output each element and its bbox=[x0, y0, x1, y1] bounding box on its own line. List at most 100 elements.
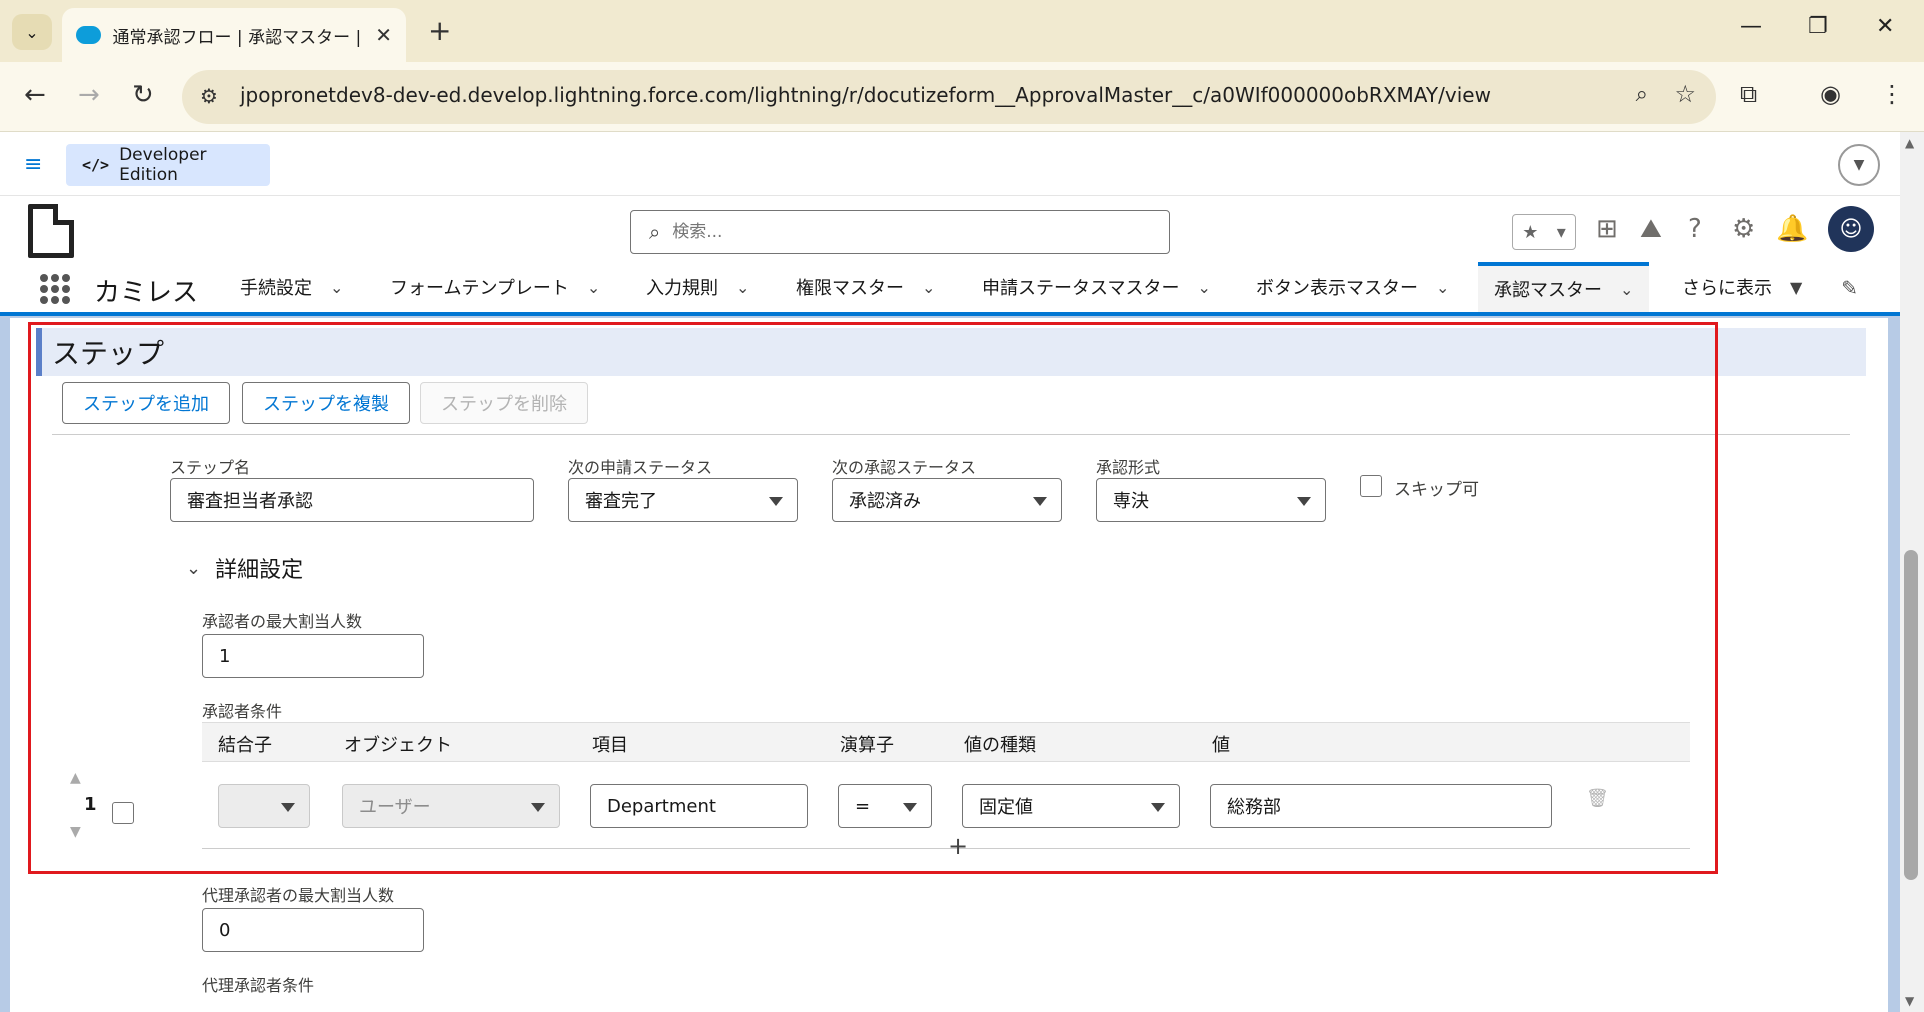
nav-item-more[interactable]: さらに表示 ▼ bbox=[1682, 262, 1802, 312]
row-select-checkbox[interactable] bbox=[112, 802, 134, 824]
scroll-up-icon[interactable]: ▲ bbox=[1905, 136, 1914, 150]
max-approvers-input[interactable]: 1 bbox=[202, 634, 424, 678]
operator-select[interactable]: = bbox=[838, 784, 932, 828]
chevron-down-icon: ⌄ bbox=[922, 277, 936, 297]
sf-utility-bar: ≡ </> Developer Edition ▼ bbox=[0, 132, 1900, 196]
app-name: カミレス bbox=[94, 278, 199, 308]
add-condition-plus-icon[interactable]: + bbox=[948, 832, 968, 860]
row-divider bbox=[202, 848, 1690, 849]
notifications-bell-icon[interactable]: 🔔 bbox=[1776, 214, 1808, 244]
column-object: オブジェクト bbox=[344, 735, 452, 756]
code-icon: </> bbox=[82, 156, 110, 174]
help-icon[interactable]: ? bbox=[1688, 214, 1702, 244]
nav-item-permission-master[interactable]: 権限マスター ⌄ bbox=[796, 262, 935, 312]
url-text: jpopronetdev8-dev-ed.develop.lightning.f… bbox=[240, 83, 1491, 107]
search-icon: ⌕ bbox=[649, 220, 661, 244]
object-select[interactable]: ユーザー bbox=[342, 784, 560, 828]
row-number: 1 bbox=[84, 794, 97, 815]
search-input[interactable] bbox=[672, 222, 1133, 242]
favorites-button[interactable]: ★ ▾ bbox=[1512, 214, 1576, 250]
column-join: 結合子 bbox=[218, 735, 272, 756]
browser-tab[interactable]: 通常承認フロー | 承認マスター | Sal ✕ bbox=[62, 8, 406, 62]
next-approval-status-select[interactable]: 承認済み bbox=[832, 478, 1062, 522]
app-logo-document-icon bbox=[28, 204, 74, 258]
next-application-status-label: 次の申請ステータス bbox=[568, 458, 713, 477]
user-avatar[interactable]: ☺ bbox=[1828, 206, 1874, 252]
scroll-down-icon[interactable]: ▼ bbox=[1905, 994, 1914, 1008]
chevron-down-circle-icon[interactable]: ▼ bbox=[1838, 144, 1880, 186]
minimize-icon[interactable]: — bbox=[1740, 14, 1762, 39]
proxy-approver-conditions-label: 代理承認者条件 bbox=[202, 976, 315, 995]
value-type-select[interactable]: 固定値 bbox=[962, 784, 1180, 828]
setup-gear-icon[interactable]: ⚙ bbox=[1732, 214, 1755, 244]
details-toggle[interactable]: ⌄ 詳細設定 bbox=[186, 552, 303, 584]
edit-nav-pencil-icon[interactable]: ✎ bbox=[1841, 276, 1858, 300]
site-info-icon[interactable]: ⚙ bbox=[200, 84, 218, 108]
global-search[interactable]: ⌕ bbox=[630, 210, 1170, 254]
column-value: 値 bbox=[1212, 735, 1230, 756]
skip-label: スキップ可 bbox=[1394, 480, 1479, 500]
sf-global-header: ⌕ ★ ▾ ⊞ ⛰ ? ⚙ 🔔 ☺ bbox=[0, 196, 1900, 272]
developer-edition-badge[interactable]: </> Developer Edition bbox=[66, 144, 270, 186]
approval-type-label: 承認形式 bbox=[1096, 458, 1161, 477]
bookmark-star-icon[interactable]: ☆ bbox=[1674, 80, 1696, 108]
column-operator: 演算子 bbox=[840, 735, 894, 756]
divider bbox=[52, 434, 1850, 435]
back-icon[interactable]: ← bbox=[24, 80, 46, 110]
nav-item-form-template[interactable]: フォームテンプレート ⌄ bbox=[390, 262, 600, 312]
join-select[interactable] bbox=[218, 784, 310, 828]
field-input[interactable]: Department bbox=[590, 784, 808, 828]
nav-item-procedure-settings[interactable]: 手続設定 ⌄ bbox=[240, 262, 343, 312]
proxy-max-approvers-input[interactable]: 0 bbox=[202, 908, 424, 952]
approval-type-select[interactable]: 専決 bbox=[1096, 478, 1326, 522]
edition-label: Developer Edition bbox=[119, 145, 207, 185]
step-name-input[interactable]: 審査担当者承認 bbox=[170, 478, 534, 522]
proxy-max-approvers-label: 代理承認者の最大割当人数 bbox=[202, 886, 395, 905]
delete-row-trash-icon[interactable]: 🗑 bbox=[1586, 788, 1609, 809]
move-down-icon[interactable]: ▼ bbox=[70, 824, 81, 840]
nav-item-application-status-master[interactable]: 申請ステータスマスター ⌄ bbox=[982, 262, 1211, 312]
zoom-icon[interactable]: ⌕ bbox=[1636, 82, 1648, 107]
chevron-down-icon: ⌄ bbox=[1436, 277, 1450, 297]
chevron-down-icon: ⌄ bbox=[1197, 277, 1211, 297]
next-approval-status-label: 次の承認ステータス bbox=[832, 458, 977, 477]
approver-conditions-label: 承認者条件 bbox=[202, 702, 283, 721]
chevron-down-icon: ⌄ bbox=[586, 277, 601, 297]
browser-toolbar: ← → ↻ ⚙ jpopronetdev8-dev-ed.develop.lig… bbox=[0, 62, 1924, 132]
reload-icon[interactable]: ↻ bbox=[132, 80, 154, 110]
tab-list-button[interactable]: ⌄ bbox=[12, 14, 52, 50]
chevron-down-icon: ⌄ bbox=[736, 277, 750, 297]
new-tab-button[interactable]: + bbox=[428, 14, 451, 47]
skip-checkbox[interactable] bbox=[1360, 475, 1382, 497]
caret-down-icon: ▼ bbox=[1790, 277, 1803, 297]
profile-icon[interactable]: ◉ bbox=[1820, 80, 1841, 108]
app-launcher-icon[interactable] bbox=[40, 274, 70, 304]
extensions-icon[interactable]: ⧉ bbox=[1740, 80, 1757, 108]
nav-item-button-display-master[interactable]: ボタン表示マスター ⌄ bbox=[1256, 262, 1449, 312]
copy-step-button[interactable]: ステップを複製 bbox=[242, 382, 410, 424]
next-application-status-select[interactable]: 審査完了 bbox=[568, 478, 798, 522]
trailhead-icon[interactable]: ⛰ bbox=[1640, 214, 1662, 245]
address-bar[interactable]: ⚙ jpopronetdev8-dev-ed.develop.lightning… bbox=[182, 70, 1716, 124]
step-section-title: ステップ bbox=[36, 328, 1866, 376]
nav-item-approval-master[interactable]: 承認マスター ⌄ bbox=[1478, 262, 1650, 312]
chevron-down-icon: ⌄ bbox=[25, 22, 39, 42]
conditions-table-header: 結合子 オブジェクト 項目 演算子 値の種類 値 bbox=[202, 722, 1690, 762]
menu-icon[interactable]: ⋮ bbox=[1880, 80, 1904, 108]
restore-icon[interactable]: ❐ bbox=[1808, 14, 1828, 39]
value-input[interactable]: 総務部 bbox=[1210, 784, 1552, 828]
hamburger-icon[interactable]: ≡ bbox=[24, 152, 42, 177]
close-window-icon[interactable]: ✕ bbox=[1876, 14, 1894, 39]
forward-icon[interactable]: → bbox=[78, 80, 100, 110]
max-approvers-label: 承認者の最大割当人数 bbox=[202, 612, 363, 631]
scrollbar-thumb[interactable] bbox=[1904, 550, 1918, 880]
tab-close-icon[interactable]: ✕ bbox=[375, 23, 392, 47]
move-up-icon[interactable]: ▲ bbox=[70, 770, 81, 786]
chevron-down-icon: ⌄ bbox=[186, 557, 202, 579]
delete-step-button[interactable]: ステップを削除 bbox=[420, 382, 588, 424]
column-value-type: 値の種類 bbox=[964, 735, 1036, 756]
nav-item-input-rules[interactable]: 入力規則 ⌄ bbox=[646, 262, 749, 312]
add-step-button[interactable]: ステップを追加 bbox=[62, 382, 230, 424]
global-add-icon[interactable]: ⊞ bbox=[1596, 214, 1618, 244]
details-toggle-label: 詳細設定 bbox=[215, 558, 304, 583]
